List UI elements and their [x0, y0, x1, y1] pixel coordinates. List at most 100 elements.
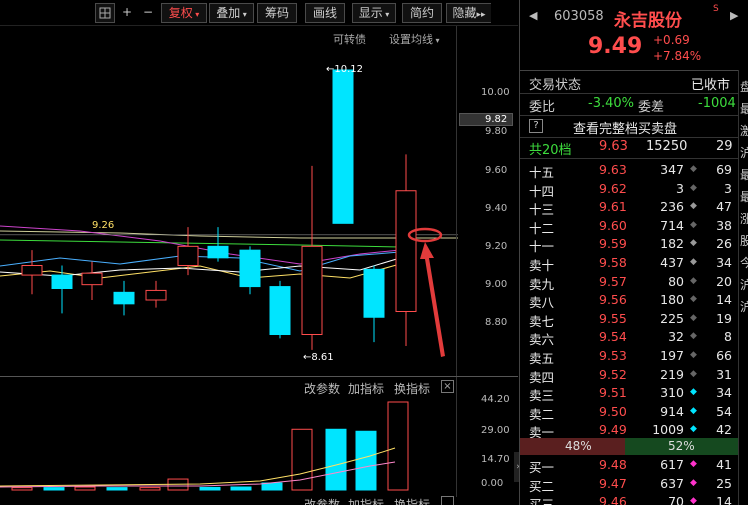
volume-tick: 14.70 [481, 454, 510, 465]
ask-row[interactable]: 卖四 9.52 219 ◆ 31 [520, 366, 748, 385]
sub-swap-indicator-button[interactable]: 换指标 [394, 380, 430, 397]
sub-params-button[interactable]: 改参数 [304, 380, 340, 397]
fuquan-dropdown[interactable]: 复权 ▾ [161, 3, 207, 23]
grid-toggle-button[interactable] [95, 3, 115, 23]
ask-price: 9.62 [599, 180, 627, 196]
volume-bar[interactable] [106, 487, 128, 491]
ma-line-green [0, 239, 401, 248]
full-order-book-link[interactable]: 查看完整档买卖盘 [573, 118, 677, 137]
divider [520, 158, 748, 159]
candle-body[interactable] [113, 291, 135, 305]
ask-label: 卖七 [529, 313, 555, 329]
ask-row[interactable]: 十三 9.61 236 ◆ 47 [520, 198, 748, 217]
ask-count: 69 [716, 162, 732, 177]
volume-tick: 29.00 [481, 425, 510, 436]
ask-volume: 219 [660, 366, 684, 382]
sell-ratio-label: 48% [565, 439, 592, 453]
ask-price: 9.50 [599, 403, 627, 419]
volume-bar[interactable] [325, 428, 347, 491]
wc-label: 委差 [638, 100, 665, 115]
candle-body[interactable] [207, 245, 229, 259]
volume-bar[interactable] [11, 487, 33, 491]
chevron-down-icon: ▾ [192, 10, 200, 19]
bid-label: 买三 [529, 497, 555, 505]
ask-row[interactable]: 卖五 9.53 197 ◆ 66 [520, 347, 748, 366]
volume-bar[interactable] [139, 487, 161, 491]
candle-body[interactable] [21, 265, 43, 276]
volume-bar[interactable] [43, 487, 65, 491]
sub-close-button[interactable]: × [441, 380, 454, 393]
bid-count: 41 [716, 457, 732, 472]
candle-body[interactable] [81, 272, 103, 286]
volume-bar[interactable] [199, 486, 221, 491]
candle-body[interactable] [145, 289, 167, 301]
ask-price: 9.55 [599, 310, 627, 326]
bid-price: 9.48 [599, 457, 627, 472]
volume-bar[interactable] [261, 482, 283, 491]
ask-row[interactable]: 卖九 9.57 80 ◆ 20 [520, 273, 748, 292]
ma-line-white [0, 257, 401, 277]
wc-value: -1004 [698, 96, 736, 111]
display-dropdown[interactable]: 显示 ▾ [352, 3, 396, 23]
sub-add-indicator-button[interactable]: 加指标 [348, 380, 384, 397]
ask-row[interactable]: 卖一 9.49 1009 ◆ 42 [520, 421, 748, 440]
ask-row[interactable]: 卖三 9.51 310 ◆ 34 [520, 384, 748, 403]
ask-count: 38 [716, 217, 732, 233]
volume-bar[interactable] [230, 486, 252, 491]
volume-bar[interactable] [387, 401, 409, 491]
ask-row[interactable]: 卖二 9.50 914 ◆ 54 [520, 403, 748, 422]
bid-row[interactable]: 买三 9.46 70 ◆ 14 [520, 493, 748, 505]
overlay-dropdown[interactable]: 叠加 ▾ [209, 3, 254, 23]
ask-row[interactable]: 十二 9.60 714 ◆ 38 [520, 217, 748, 236]
ask-volume: 225 [660, 310, 684, 326]
bid-count: 14 [716, 494, 732, 505]
ask-row[interactable]: 十五 9.63 347 ◆ 69 [520, 161, 748, 180]
price-tick: 9.60 [485, 165, 508, 176]
simple-mode-button[interactable]: 简约 [402, 3, 442, 23]
ask-price: 9.60 [599, 217, 627, 233]
bottom-close-button[interactable] [441, 496, 454, 505]
bid-row[interactable]: 买二 9.47 637 ◆ 25 [520, 475, 748, 494]
divider [520, 93, 748, 94]
ask-count: 34 [716, 255, 732, 270]
bid-row[interactable]: 买一 9.48 617 ◆ 41 [520, 456, 748, 475]
volume-bar[interactable] [74, 486, 96, 491]
ask-volume: 80 [668, 273, 684, 289]
hide-button[interactable]: 隐藏▸▸ [446, 3, 491, 23]
bottom-add-indicator-button[interactable]: 加指标 [348, 496, 384, 505]
bottom-params-button[interactable]: 改参数 [304, 496, 340, 505]
candle-body[interactable] [301, 245, 323, 335]
candle-body[interactable] [51, 274, 73, 289]
candle-body[interactable] [395, 190, 417, 312]
zoom-in-button[interactable]: + [117, 3, 137, 23]
ask-row[interactable]: 卖八 9.56 180 ◆ 14 [520, 291, 748, 311]
candle-body[interactable] [239, 249, 261, 288]
ask-volume: 914 [660, 403, 684, 419]
bottom-swap-indicator-button[interactable]: 换指标 [394, 496, 430, 505]
price-change: +0.69 [653, 33, 690, 47]
candle-body[interactable] [363, 268, 385, 318]
candle-body[interactable] [332, 69, 354, 224]
ask-row[interactable]: 卖六 9.54 32 ◆ 8 [520, 328, 748, 347]
prev-stock-button[interactable]: ◀ [529, 9, 537, 22]
zoom-out-button[interactable]: − [138, 3, 158, 23]
levels-summary-volume: 15250 [646, 139, 688, 154]
ask-label: 卖八 [529, 295, 555, 311]
chips-button[interactable]: 筹码 [257, 3, 297, 23]
candlestick-chart[interactable] [0, 26, 458, 376]
volume-chart[interactable] [0, 396, 458, 492]
volume-bar[interactable] [355, 430, 377, 491]
ask-row[interactable]: 十一 9.59 182 ◆ 26 [520, 235, 748, 254]
question-icon[interactable]: ? [529, 119, 543, 133]
ask-row[interactable]: 卖七 9.55 225 ◆ 19 [520, 310, 748, 329]
ask-volume: 1009 [652, 422, 684, 438]
candle-body[interactable] [177, 245, 199, 266]
draw-line-button[interactable]: 画线 [305, 3, 345, 23]
bid-volume: 70 [668, 494, 684, 505]
candle-body[interactable] [269, 286, 291, 336]
ask-row[interactable]: 卖十 9.58 437 ◆ 34 [520, 254, 748, 273]
next-stock-button[interactable]: ▶ [730, 9, 738, 22]
ask-row[interactable]: 十四 9.62 3 ◆ 3 [520, 180, 748, 199]
ask-label: 卖五 [529, 351, 555, 366]
ask-volume: 197 [660, 348, 684, 363]
